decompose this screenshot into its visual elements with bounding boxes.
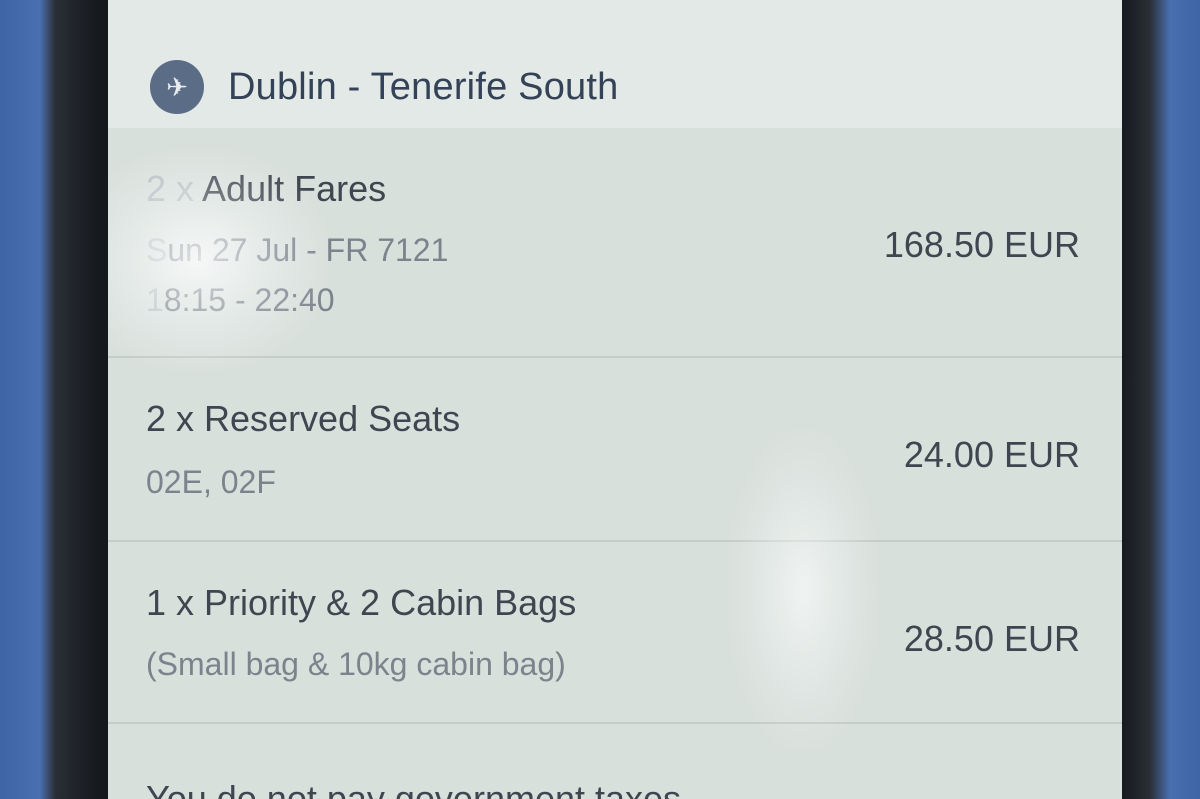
flight-times: 18:15 - 22:40: [146, 282, 335, 318]
fare-label: Adult Fares: [202, 168, 387, 209]
seats-item: 2 x Reserved Seats 02E, 02F 24.00 EUR: [108, 358, 1122, 540]
taxes-note: You do not pay government taxes: [146, 778, 682, 799]
fare-quantity: 2 x: [146, 168, 195, 209]
seat-numbers: 02E, 02F: [146, 464, 276, 500]
flight-header: ✈ Dublin - Tenerife South: [108, 0, 1122, 128]
fare-price: 168.50 EUR: [883, 224, 1080, 265]
bags-title: 1 x Priority & 2 Cabin Bags: [146, 582, 577, 623]
fare-title: 2 x Adult Fares: [146, 168, 386, 210]
bags-price: 28.50 EUR: [903, 618, 1080, 659]
plane-icon: ✈: [150, 60, 204, 114]
seats-title: 2 x Reserved Seats: [146, 398, 461, 439]
fare-item-adult: 2 x Adult Fares Sun 27 Jul - FR 7121 18:…: [108, 128, 1122, 356]
bags-item: 1 x Priority & 2 Cabin Bags (Small bag &…: [108, 542, 1122, 722]
bags-description: (Small bag & 10kg cabin bag): [146, 646, 566, 682]
booking-summary-screen: ✈ Dublin - Tenerife South 2 x Adult Fare…: [108, 0, 1122, 799]
flight-date-number: Sun 27 Jul - FR 7121: [146, 232, 449, 268]
divider: [108, 722, 1122, 724]
route-title: Dublin - Tenerife South: [228, 66, 619, 108]
seats-price: 24.00 EUR: [903, 434, 1080, 475]
